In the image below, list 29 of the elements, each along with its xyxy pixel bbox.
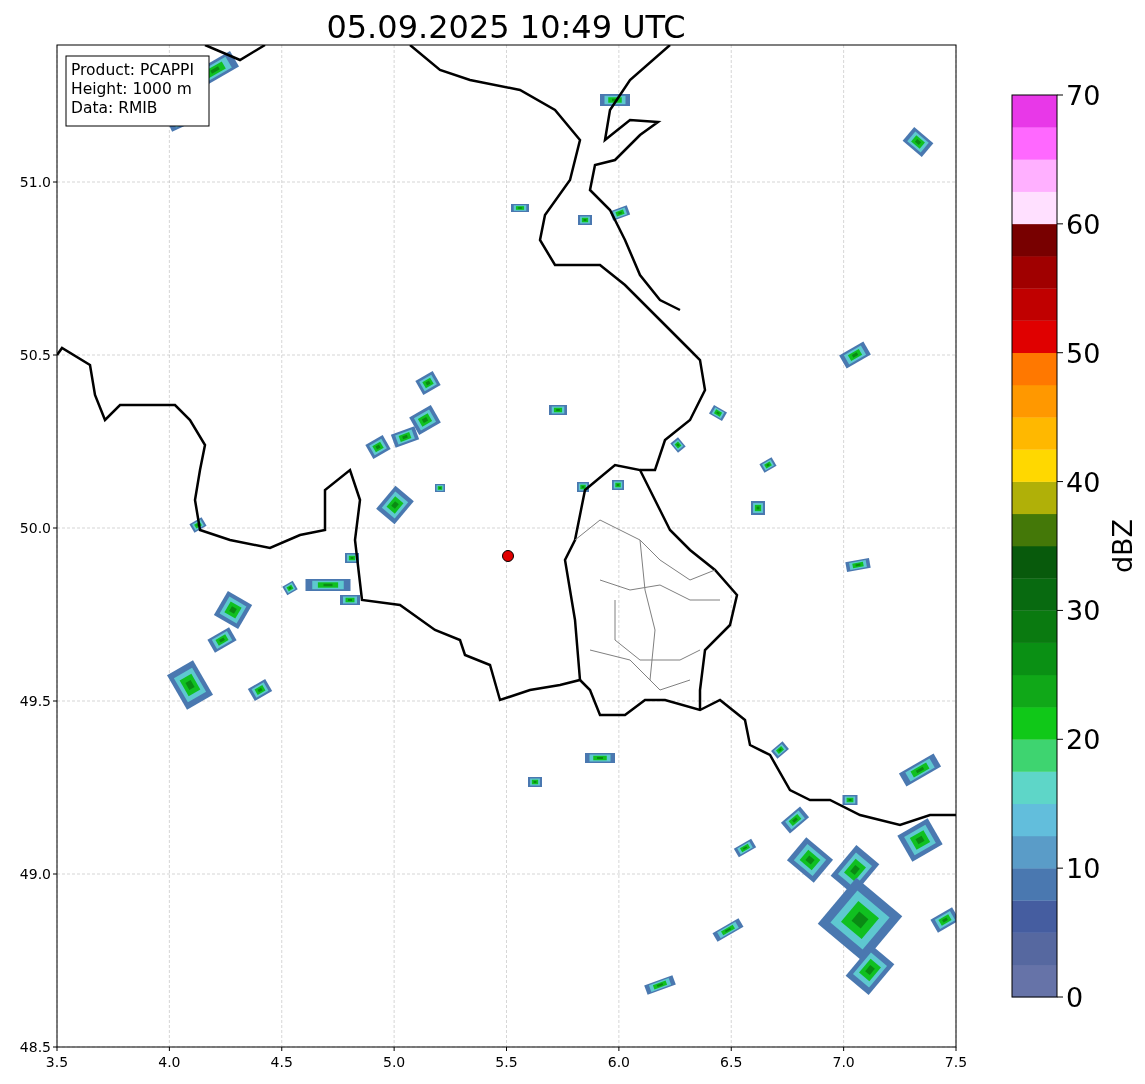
axis-tick-label: 50.0	[19, 520, 51, 536]
axis-tick-label: 5.0	[383, 1054, 406, 1070]
axis-tick-label: 50.5	[19, 347, 51, 363]
colorbar-tick-label: 10	[1066, 853, 1101, 885]
colorbar-tick-label: 50	[1066, 337, 1101, 369]
axis-tick-label: 3.5	[45, 1054, 69, 1070]
radar-site-dot	[502, 550, 514, 562]
colorbar-label: dBZ	[1107, 518, 1138, 574]
axis-tick-label: 5.5	[495, 1054, 518, 1070]
axis-tick-label: 51.0	[19, 174, 51, 190]
colorbar-tick-label: 0	[1066, 982, 1084, 1013]
plot-title: 05.09.2025 10:49 UTC	[326, 8, 686, 46]
axis-tick-label: 7.0	[832, 1054, 855, 1070]
axis-tick-label: 6.5	[720, 1054, 743, 1070]
axis-tick-label: 48.5	[19, 1039, 51, 1055]
colorbar-tick-label: 40	[1066, 466, 1101, 498]
legend-text: Data: RMIB	[71, 99, 158, 117]
axis-tick-label: 49.5	[19, 693, 51, 709]
colorbar-tick-label: 20	[1066, 724, 1101, 756]
legend-text: Height: 1000 m	[71, 80, 192, 98]
axis-tick-label: 6.0	[607, 1054, 630, 1070]
legend-text: Product: PCAPPI	[71, 61, 195, 79]
colorbar-tick-label: 60	[1066, 208, 1101, 240]
axis-tick-label: 7.5	[944, 1054, 968, 1070]
colorbar-tick-label: 30	[1066, 595, 1101, 627]
axis-tick-label: 4.5	[270, 1054, 293, 1070]
axis-tick-label: 4.0	[158, 1054, 181, 1070]
colorbar-tick-label: 70	[1066, 80, 1101, 111]
axis-tick-label: 49.0	[19, 866, 51, 882]
